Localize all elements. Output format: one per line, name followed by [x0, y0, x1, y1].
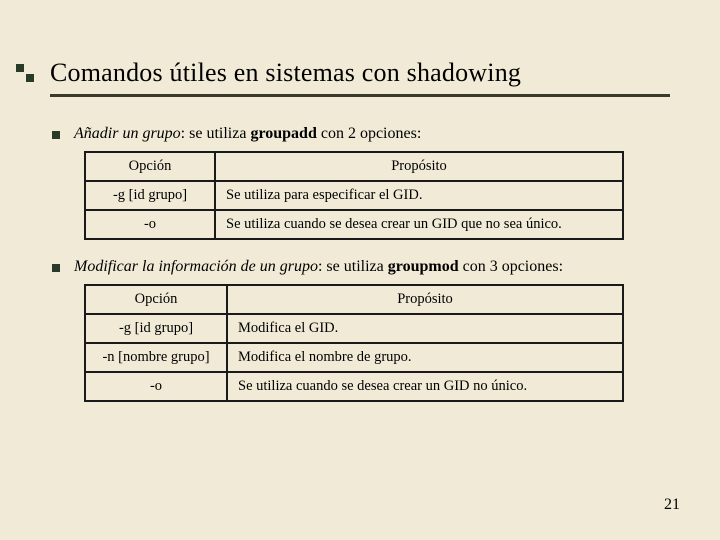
lead-tail: con 2 opciones: — [317, 125, 421, 142]
bullet-line: Añadir un grupo: se utiliza groupadd con… — [50, 125, 670, 143]
th-purpose: Propósito — [227, 285, 623, 314]
lead-cmd: groupadd — [250, 125, 316, 142]
title-bullet-icon — [16, 64, 34, 82]
cell-option: -g [id grupo] — [85, 181, 215, 210]
slide: Comandos útiles en sistemas con shadowin… — [0, 0, 720, 436]
cell-purpose: Se utiliza para especificar el GID. — [215, 181, 623, 210]
lead-italic: Modificar la información de un grupo — [74, 258, 318, 275]
table-groupmod: Opción Propósito -g [id grupo] Modifica … — [84, 284, 624, 402]
table-row: -o Se utiliza cuando se desea crear un G… — [85, 372, 623, 401]
section-add-group: Añadir un grupo: se utiliza groupadd con… — [50, 125, 670, 240]
th-option: Opción — [85, 285, 227, 314]
cell-purpose: Se utiliza cuando se desea crear un GID … — [227, 372, 623, 401]
cell-option: -g [id grupo] — [85, 314, 227, 343]
square-bullet-icon — [52, 264, 60, 272]
th-purpose: Propósito — [215, 152, 623, 181]
cell-option: -o — [85, 372, 227, 401]
table-groupadd: Opción Propósito -g [id grupo] Se utiliz… — [84, 151, 624, 240]
page-number: 21 — [664, 496, 680, 514]
cell-option: -n [nombre grupo] — [85, 343, 227, 372]
table-row: -g [id grupo] Modifica el GID. — [85, 314, 623, 343]
table-header-row: Opción Propósito — [85, 285, 623, 314]
table-row: -n [nombre grupo] Modifica el nombre de … — [85, 343, 623, 372]
table-row: -g [id grupo] Se utiliza para especifica… — [85, 181, 623, 210]
cell-purpose: Modifica el GID. — [227, 314, 623, 343]
title-row: Comandos útiles en sistemas con shadowin… — [16, 58, 670, 88]
lead-rest: : se utiliza — [318, 258, 388, 275]
bullet-text: Modificar la información de un grupo: se… — [74, 258, 563, 276]
lead-rest: : se utiliza — [181, 125, 251, 142]
lead-cmd: groupmod — [388, 258, 459, 275]
cell-option: -o — [85, 210, 215, 239]
bullet-line: Modificar la información de un grupo: se… — [50, 258, 670, 276]
bullet-text: Añadir un grupo: se utiliza groupadd con… — [74, 125, 421, 143]
table-header-row: Opción Propósito — [85, 152, 623, 181]
lead-italic: Añadir un grupo — [74, 125, 181, 142]
th-option: Opción — [85, 152, 215, 181]
section-modify-group: Modificar la información de un grupo: se… — [50, 258, 670, 402]
table-row: -o Se utiliza cuando se desea crear un G… — [85, 210, 623, 239]
cell-purpose: Modifica el nombre de grupo. — [227, 343, 623, 372]
lead-tail: con 3 opciones: — [459, 258, 563, 275]
square-bullet-icon — [52, 131, 60, 139]
page-title: Comandos útiles en sistemas con shadowin… — [50, 58, 521, 88]
cell-purpose: Se utiliza cuando se desea crear un GID … — [215, 210, 623, 239]
title-underline — [50, 94, 670, 97]
